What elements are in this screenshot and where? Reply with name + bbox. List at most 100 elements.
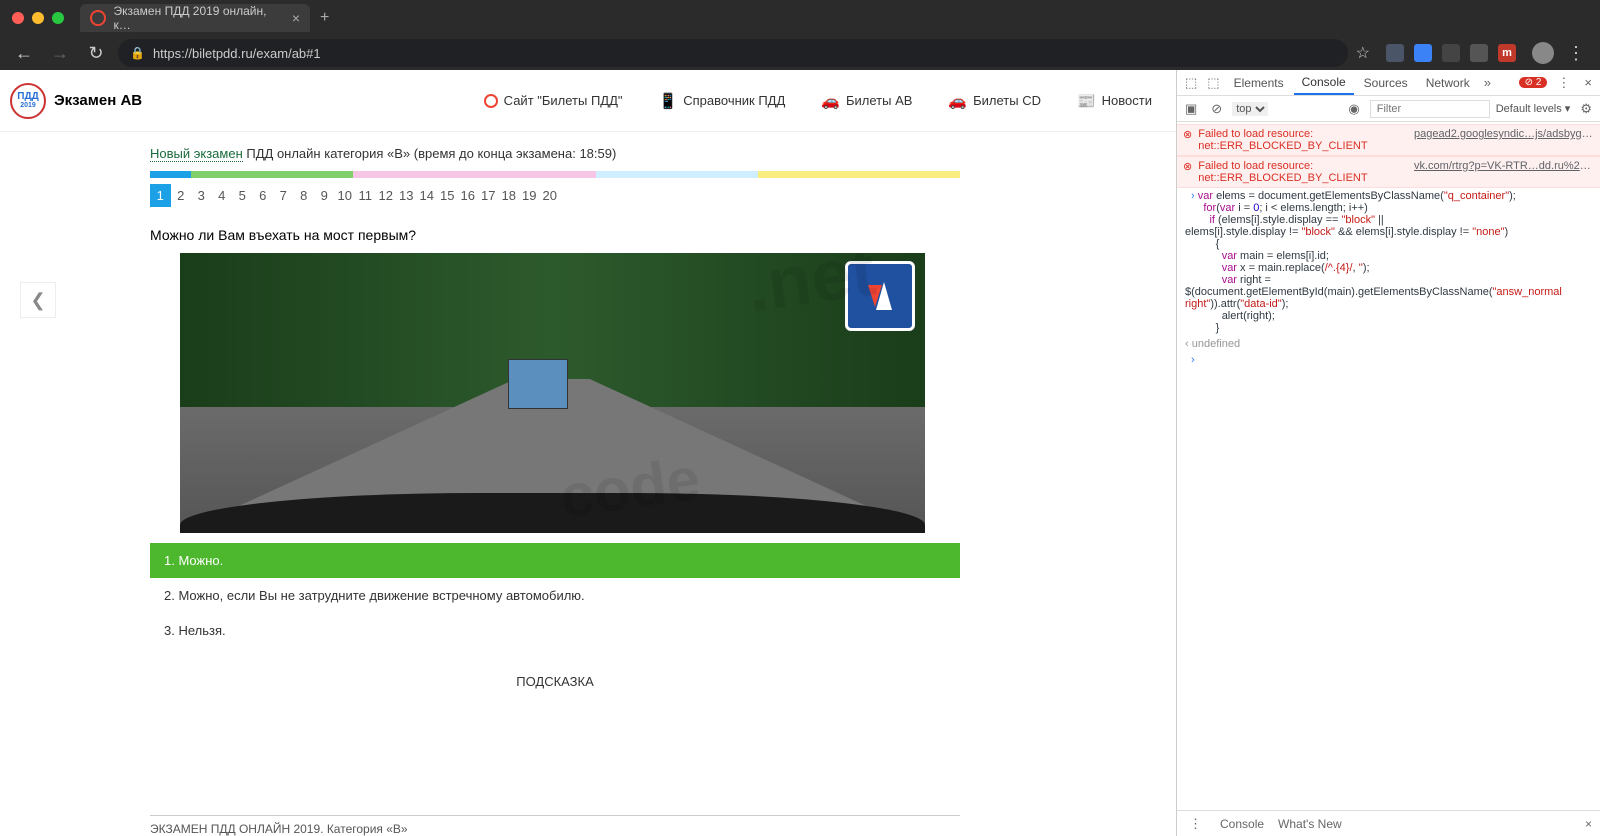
inspect-icon[interactable]: ⬚ xyxy=(1181,73,1201,93)
nav-tickets-ab[interactable]: 🚗Билеты AB xyxy=(807,92,926,110)
error-badge[interactable]: ⊘ 2 xyxy=(1519,77,1548,88)
question-number[interactable]: 8 xyxy=(294,184,315,207)
question-number[interactable]: 10 xyxy=(335,184,356,207)
close-window-button[interactable] xyxy=(12,12,24,24)
question-number[interactable]: 1 xyxy=(150,184,171,207)
prev-question-button[interactable]: ❮ xyxy=(20,282,56,318)
nav-news[interactable]: 📰Новости xyxy=(1063,92,1166,110)
sidebar-toggle-icon[interactable]: ▣ xyxy=(1181,99,1201,119)
question-number[interactable]: 18 xyxy=(499,184,520,207)
console-output: ⊗Failed to load resource:net::ERR_BLOCKE… xyxy=(1177,122,1600,810)
question-number[interactable]: 19 xyxy=(519,184,540,207)
question-number[interactable]: 7 xyxy=(273,184,294,207)
filter-input[interactable] xyxy=(1370,100,1490,118)
question-number[interactable]: 20 xyxy=(540,184,561,207)
eye-icon[interactable]: ◉ xyxy=(1344,99,1363,119)
extension-icon[interactable]: m xyxy=(1498,44,1516,62)
answer-option[interactable]: 3. Нельзя. xyxy=(150,613,960,648)
new-tab-button[interactable]: + xyxy=(320,9,329,27)
nav-handbook[interactable]: 📱 Справочник ПДД xyxy=(645,92,800,110)
error-source-link[interactable]: pagead2.googlesyndic…js/adsbygoogle.js:1 xyxy=(1414,128,1594,152)
close-tab-icon[interactable]: × xyxy=(292,10,300,26)
nav-label: Справочник ПДД xyxy=(683,93,785,108)
console-toolbar: ▣ ⊘ top ◉ Default levels ▾ ⚙ xyxy=(1177,96,1600,122)
url-text: https://biletpdd.ru/exam/ab#1 xyxy=(153,46,321,61)
devtools-close-icon[interactable]: × xyxy=(1580,73,1596,92)
question-number[interactable]: 11 xyxy=(355,184,376,207)
address-bar[interactable]: 🔒 https://biletpdd.ru/exam/ab#1 xyxy=(118,39,1348,67)
drawer-close-icon[interactable]: × xyxy=(1585,817,1592,831)
minimize-window-button[interactable] xyxy=(32,12,44,24)
bookmark-star-icon[interactable]: ☆ xyxy=(1356,43,1370,63)
drawer-tab-whatsnew[interactable]: What's New xyxy=(1278,817,1342,831)
new-exam-link[interactable]: Новый экзамен xyxy=(150,146,243,162)
answer-option[interactable]: 2. Можно, если Вы не затрудните движение… xyxy=(150,578,960,613)
tab-elements[interactable]: Elements xyxy=(1226,72,1292,94)
site-logo[interactable]: ПДД 2019 xyxy=(10,83,46,119)
browser-titlebar: Экзамен ПДД 2019 онлайн, к… × + xyxy=(0,0,1600,36)
settings-icon[interactable]: ⚙ xyxy=(1576,99,1596,119)
extension-icon[interactable] xyxy=(1442,44,1460,62)
devtools-tabs: ⬚ ⬚ Elements Console Sources Network » ⊘… xyxy=(1177,70,1600,96)
devtools-menu-icon[interactable]: ⋮ xyxy=(1553,73,1574,93)
forward-button[interactable]: → xyxy=(46,43,74,64)
site-header: ПДД 2019 Экзамен AB Сайт "Билеты ПДД" 📱С… xyxy=(0,70,1176,132)
maximize-window-button[interactable] xyxy=(52,12,64,24)
menu-button[interactable]: ⋮ xyxy=(1562,43,1590,64)
back-button[interactable]: ← xyxy=(10,43,38,64)
error-source-link[interactable]: vk.com/rtrg?p=VK-RTR…dd.ru%2Fexam%2Fab:1 xyxy=(1414,160,1594,184)
phone-icon: 📱 xyxy=(659,92,678,110)
extension-icon[interactable] xyxy=(1414,44,1432,62)
breadcrumb: Новый экзамен ПДД онлайн категория «B» (… xyxy=(150,132,960,171)
nav-label: Новости xyxy=(1102,93,1152,108)
console-prompt[interactable]: › xyxy=(1177,352,1600,368)
reload-button[interactable]: ↻ xyxy=(82,43,110,64)
drawer-tab-console[interactable]: Console xyxy=(1220,817,1264,831)
browser-tab[interactable]: Экзамен ПДД 2019 онлайн, к… × xyxy=(80,4,310,32)
question-number[interactable]: 16 xyxy=(458,184,479,207)
question-number[interactable]: 14 xyxy=(417,184,438,207)
page-footer-text: ЭКЗАМЕН ПДД ОНЛАЙН 2019. Категория «B» xyxy=(150,815,960,836)
error-count: 2 xyxy=(1536,77,1542,88)
console-code: › var elems = document.getElementsByClas… xyxy=(1177,188,1600,336)
logo-text-top: ПДД xyxy=(17,92,38,102)
tab-sources[interactable]: Sources xyxy=(1356,72,1416,94)
page-content: ПДД 2019 Экзамен AB Сайт "Билеты ПДД" 📱С… xyxy=(0,70,1176,836)
nav-site[interactable]: Сайт "Билеты ПДД" xyxy=(470,93,637,108)
nav-label: Сайт "Билеты ПДД" xyxy=(504,93,623,108)
answer-option[interactable]: 1. Можно. xyxy=(150,543,960,578)
nav-tickets-cd[interactable]: 🚗Билеты CD xyxy=(934,92,1055,110)
question-number[interactable]: 9 xyxy=(314,184,335,207)
drawer-menu-icon[interactable]: ⋮ xyxy=(1185,814,1206,834)
device-icon[interactable]: ⬚ xyxy=(1203,73,1223,93)
question-number[interactable]: 15 xyxy=(437,184,458,207)
hint-button[interactable]: ПОДСКАЗКА xyxy=(150,648,960,715)
extension-icon[interactable] xyxy=(1470,44,1488,62)
question-number[interactable]: 4 xyxy=(212,184,233,207)
question-number[interactable]: 17 xyxy=(478,184,499,207)
extensions: m xyxy=(1378,44,1524,62)
clear-console-icon[interactable]: ⊘ xyxy=(1207,99,1226,119)
console-error: ⊗Failed to load resource:net::ERR_BLOCKE… xyxy=(1177,124,1600,156)
question-number[interactable]: 6 xyxy=(253,184,274,207)
logo-text-bottom: 2019 xyxy=(20,102,36,109)
profile-avatar[interactable] xyxy=(1532,42,1554,64)
question-text: Можно ли Вам въехать на мост первым? xyxy=(150,227,960,243)
context-select[interactable]: top xyxy=(1232,102,1268,116)
tab-console[interactable]: Console xyxy=(1294,71,1354,95)
question-number[interactable]: 2 xyxy=(171,184,192,207)
car-icon: 🚗 xyxy=(821,92,840,110)
question-number[interactable]: 12 xyxy=(376,184,397,207)
question-number[interactable]: 5 xyxy=(232,184,253,207)
question-number[interactable]: 3 xyxy=(191,184,212,207)
question-number[interactable]: 13 xyxy=(396,184,417,207)
question-numbers: 1234567891011121314151617181920 xyxy=(150,184,960,207)
tab-favicon xyxy=(90,10,106,26)
tab-network[interactable]: Network xyxy=(1418,72,1478,94)
devtools-panel: ⬚ ⬚ Elements Console Sources Network » ⊘… xyxy=(1176,70,1600,836)
log-levels-select[interactable]: Default levels ▾ xyxy=(1496,102,1571,115)
extension-icon[interactable] xyxy=(1386,44,1404,62)
more-tabs-icon[interactable]: » xyxy=(1480,73,1495,92)
answers-list: 1. Можно.2. Можно, если Вы не затрудните… xyxy=(150,543,960,648)
nav-label: Билеты CD xyxy=(973,93,1041,108)
